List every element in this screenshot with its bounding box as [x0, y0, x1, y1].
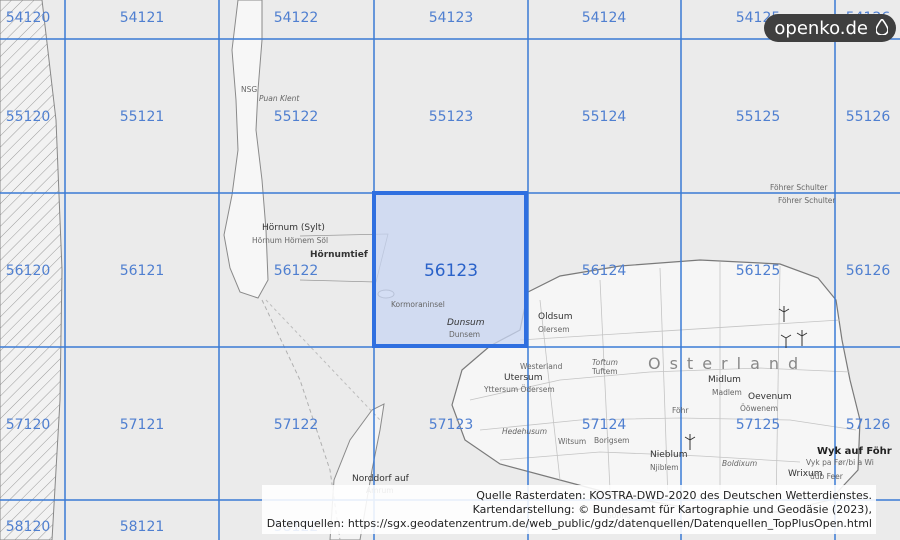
attribution-line: Datenquellen: https://sgx.geodatenzentru… — [266, 517, 872, 530]
attribution-line: Quelle Rasterdaten: KOSTRA-DWD-2020 des … — [476, 489, 872, 502]
place-label-boldixum: Boldixum — [722, 459, 758, 468]
map-view[interactable]: 5412054121541225412354124541255412655120… — [0, 0, 900, 540]
place-label-ytersum: Yttersum Ödersem — [484, 385, 555, 394]
place-label-toftum: Toftum — [592, 358, 618, 367]
place-label-hoernum-soel: Hörnum Hörnem Söl — [252, 236, 329, 245]
place-label-puan-klent: Puan Klent — [259, 94, 300, 103]
place-label-hoernumtief: Hörnumtief — [310, 250, 368, 260]
place-label-foehr-label: Föhr — [672, 406, 689, 415]
place-label-dunsum: Dunsum — [447, 318, 485, 328]
place-label-westerland: Westerland — [520, 362, 563, 371]
attribution-box: Quelle Rasterdaten: KOSTRA-DWD-2020 des … — [262, 485, 876, 534]
openko-logo[interactable]: openko.de — [764, 14, 896, 42]
place-label-borigsem: Borigsem — [594, 436, 630, 445]
place-label-vyk: Vyk pa Før/bi a Wi — [806, 458, 874, 467]
place-label-njiblem: Njiblem — [650, 463, 679, 472]
place-label-osterland: Osterland — [648, 354, 808, 373]
logo-text: openko.de — [774, 17, 868, 39]
basemap — [0, 0, 900, 540]
water-drop-icon — [876, 19, 888, 35]
place-label-tuftem: Tuftem — [592, 367, 618, 376]
place-label-kormoraninsel: Kormoraninsel — [391, 300, 445, 309]
place-label-nsg: NSG — [241, 85, 258, 94]
place-label-foehrer-schulter-2: Föhrer Schulter — [778, 196, 836, 205]
place-label-olersem: Olersem — [538, 325, 570, 334]
place-label-madlem: Madlem — [712, 388, 742, 397]
attribution-line: Kartendarstellung: © Bundesamt für Karto… — [472, 503, 872, 516]
place-label-oevenum: Oevenum — [748, 392, 792, 402]
place-label-midlum: Midlum — [708, 375, 741, 385]
place-label-witsum: Witsum — [558, 437, 587, 446]
place-label-nieblum: Nieblum — [650, 450, 688, 460]
place-label-hoernum: Hörnum (Sylt) — [262, 223, 325, 233]
place-label-uub-feer: üüb Feer — [810, 472, 843, 481]
place-label-hedehusum: Hedehusum — [502, 427, 548, 436]
place-label-norddorf: Norddorf auf — [352, 474, 409, 484]
place-label-oowenem: Ööwenem — [740, 404, 778, 413]
place-label-utersum: Utersum — [504, 373, 543, 383]
place-label-oldsum: Oldsum — [538, 312, 573, 322]
place-label-dunsem: Dunsem — [449, 330, 481, 339]
place-label-foehrer-schulter: Föhrer Schulter — [770, 183, 828, 192]
place-label-wyk: Wyk auf Föhr — [817, 446, 892, 457]
